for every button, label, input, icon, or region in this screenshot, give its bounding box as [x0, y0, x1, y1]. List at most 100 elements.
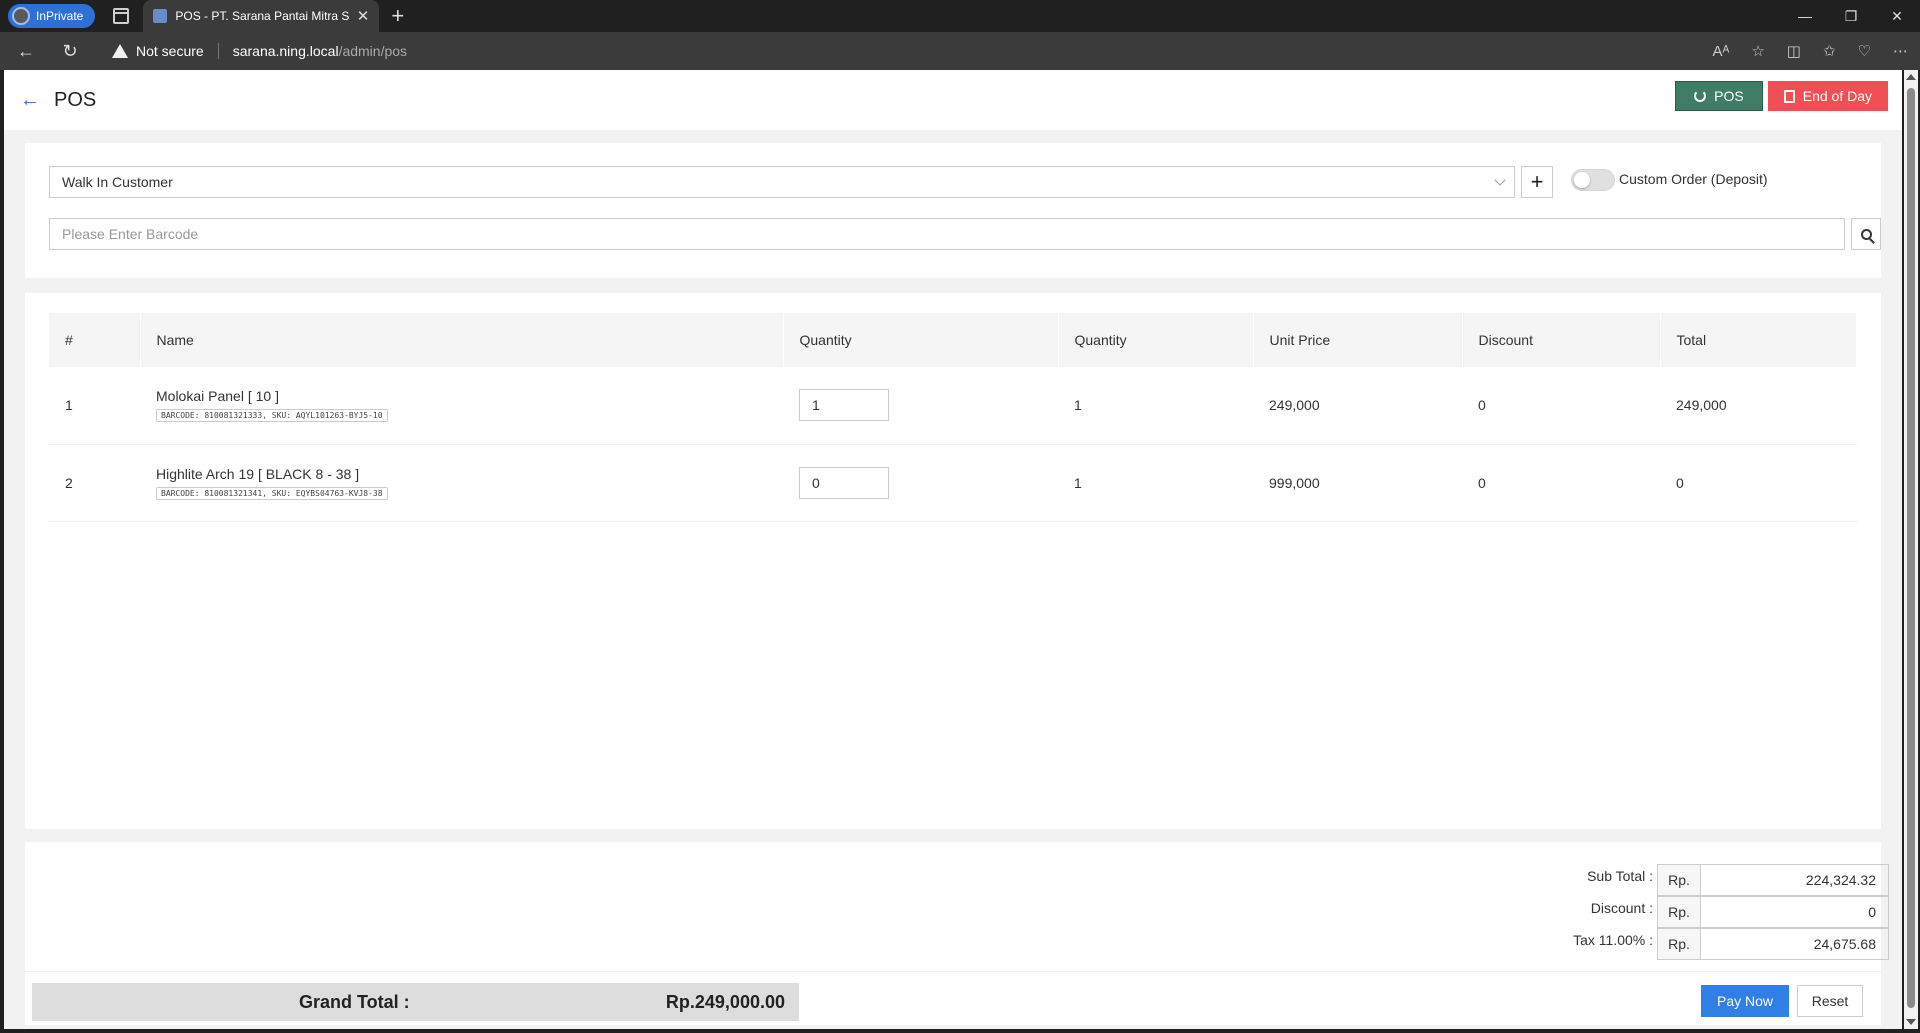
col-header-discount: Discount: [1462, 313, 1661, 367]
summary-divider: [25, 971, 1881, 972]
tab-actions-icon[interactable]: [113, 8, 130, 24]
search-icon: [1860, 228, 1872, 240]
row-total: 0: [1660, 444, 1857, 522]
search-button[interactable]: [1851, 218, 1881, 250]
grand-total-value: Rp.249,000.00: [665, 991, 785, 1012]
table-row: 2 Highlite Arch 19 [ BLACK 8 - 38 ] BARC…: [49, 444, 1857, 522]
row-qty-input-cell: [783, 367, 1058, 445]
col-header-unit-price: Unit Price: [1253, 313, 1463, 367]
tax-currency: Rp.: [1657, 928, 1701, 960]
browser-tab-bar: InPrivate POS - PT. Sarana Pantai Mitra …: [0, 0, 1920, 32]
minimize-icon[interactable]: —: [1782, 0, 1828, 32]
row-discount: 0: [1462, 367, 1660, 445]
favorites-icon[interactable]: ✩: [1823, 42, 1836, 60]
custom-order-toggle[interactable]: [1571, 169, 1615, 191]
row-number: 2: [49, 444, 140, 522]
barcode-input[interactable]: [49, 218, 1845, 250]
site-favicon-icon: [153, 9, 168, 23]
discount-label: Discount :: [1590, 900, 1653, 916]
refresh-icon: [1694, 90, 1707, 102]
item-name: Highlite Arch 19 [ BLACK 8 - 38 ]: [156, 465, 360, 482]
scrollbar-thumb[interactable]: [1907, 88, 1915, 1008]
subtotal-row: Sub Total : Rp. 224,324.32: [1557, 864, 1889, 896]
security-label: Not secure: [136, 43, 204, 59]
restore-icon[interactable]: ❐: [1828, 0, 1874, 32]
tax-row: Tax 11.00% : Rp. 24,675.68: [1557, 928, 1889, 960]
quantity-input[interactable]: [799, 389, 889, 422]
end-of-day-label: End of Day: [1802, 88, 1872, 104]
url-path: /admin/pos: [338, 43, 408, 59]
browser-tab-active[interactable]: POS - PT. Sarana Pantai Mitra Se ✕: [143, 0, 380, 32]
item-barcode-sku: BARCODE: 810081321341, SKU: EQYBS04763-K…: [156, 486, 388, 500]
tab-close-icon[interactable]: ✕: [357, 9, 370, 24]
url-field[interactable]: Not secure sarana.ning.local/admin/pos: [112, 43, 407, 59]
document-icon: [1783, 89, 1795, 103]
items-table: # Name Quantity Quantity Unit Price Disc…: [49, 313, 1857, 522]
url-divider: [217, 43, 219, 59]
back-icon[interactable]: ←: [8, 36, 44, 66]
discount-currency: Rp.: [1657, 896, 1701, 928]
customer-select-value: Walk In Customer: [62, 174, 173, 190]
row-unit-price: 999,000: [1253, 444, 1462, 522]
chevron-down-icon: [1494, 174, 1506, 186]
end-of-day-button[interactable]: End of Day: [1767, 81, 1888, 111]
subtotal-value: 224,324.32: [1701, 864, 1889, 896]
row-qty-input-cell: [783, 444, 1058, 522]
favorite-star-icon[interactable]: ☆: [1751, 42, 1764, 60]
page-scrollbar[interactable]: [1904, 70, 1918, 1029]
table-row: 1 Molokai Panel [ 10 ] BARCODE: 81008132…: [49, 367, 1857, 445]
new-tab-icon[interactable]: +: [391, 5, 404, 27]
add-customer-button[interactable]: +: [1521, 166, 1553, 198]
subtotal-label: Sub Total :: [1587, 868, 1653, 884]
items-card: # Name Quantity Quantity Unit Price Disc…: [25, 293, 1881, 829]
address-bar: ← ↻ Not secure sarana.ning.local/admin/p…: [0, 32, 1920, 70]
more-menu-icon[interactable]: ⋯: [1893, 42, 1908, 60]
inprivate-badge[interactable]: InPrivate: [8, 4, 96, 28]
refresh-icon[interactable]: ↻: [52, 36, 88, 66]
item-name: Molokai Panel [ 10 ]: [156, 388, 279, 405]
warning-icon: [112, 44, 128, 58]
custom-order-label: Custom Order (Deposit): [1619, 171, 1768, 187]
browser-essentials-icon[interactable]: ♡: [1858, 42, 1871, 60]
page-title: POS: [54, 88, 97, 111]
header-buttons: POS End of Day: [1675, 81, 1888, 111]
customer-select[interactable]: Walk In Customer: [49, 166, 1515, 198]
row-number: 1: [49, 367, 140, 445]
browser-toolbar: Aᴬ ☆ ◫ ✩ ♡ ⋯: [1713, 32, 1908, 70]
tab-title: POS - PT. Sarana Pantai Mitra Se: [175, 9, 349, 23]
item-barcode-sku: BARCODE: 810081321333, SKU: AQYL101263-B…: [156, 409, 388, 423]
reset-button[interactable]: Reset: [1797, 985, 1863, 1017]
row-name-cell: Molokai Panel [ 10 ] BARCODE: 8100813213…: [140, 367, 783, 445]
pos-button[interactable]: POS: [1675, 81, 1763, 111]
pos-button-label: POS: [1714, 88, 1744, 104]
url-host: sarana.ning.local: [232, 43, 339, 59]
discount-value: 0: [1701, 896, 1889, 928]
profile-avatar: [12, 7, 30, 25]
col-header-name: Name: [140, 313, 784, 367]
summary-card: Sub Total : Rp. 224,324.32 Discount : Rp…: [25, 842, 1889, 1025]
read-aloud-icon[interactable]: Aᴬ: [1713, 43, 1730, 60]
col-header-total: Total: [1660, 313, 1857, 367]
table-header-row: # Name Quantity Quantity Unit Price Disc…: [49, 313, 1857, 367]
scroll-up-icon[interactable]: [1906, 74, 1916, 80]
row-name-cell: Highlite Arch 19 [ BLACK 8 - 38 ] BARCOD…: [140, 444, 783, 522]
row-discount: 0: [1462, 444, 1660, 522]
row-total: 249,000: [1660, 367, 1857, 445]
window-controls: — ❐ ✕: [1782, 0, 1920, 32]
quantity-input[interactable]: [799, 466, 889, 499]
tax-value: 24,675.68: [1701, 928, 1889, 960]
pay-now-button[interactable]: Pay Now: [1701, 985, 1789, 1017]
grand-total-label: Grand Total :: [299, 991, 410, 1012]
split-screen-icon[interactable]: ◫: [1787, 42, 1801, 60]
scroll-down-icon[interactable]: [1906, 1019, 1916, 1025]
close-window-icon[interactable]: ✕: [1874, 0, 1920, 32]
row-quantity: 1: [1058, 367, 1253, 445]
inprivate-label: InPrivate: [36, 9, 84, 23]
customer-card: Walk In Customer + Custom Order (Deposit…: [25, 143, 1881, 278]
col-header-quantity: Quantity: [1058, 313, 1254, 367]
discount-row: Discount : Rp. 0: [1557, 896, 1889, 928]
row-quantity: 1: [1058, 444, 1253, 522]
back-arrow-icon[interactable]: ←: [20, 89, 40, 112]
grand-total-bar: Grand Total : Rp.249,000.00: [32, 983, 799, 1021]
page-viewport: ← POS POS End of Day Walk In Customer + …: [4, 70, 1902, 1029]
